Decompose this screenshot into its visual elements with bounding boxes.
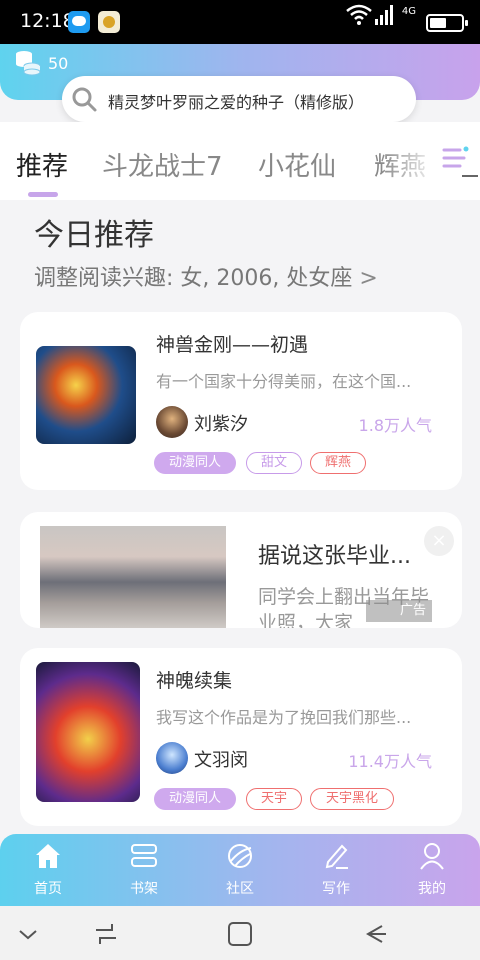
home-icon <box>36 844 60 868</box>
tag[interactable]: 天宇 <box>246 788 302 810</box>
chevron-down-icon[interactable] <box>14 920 42 948</box>
ad-image[interactable] <box>40 526 226 628</box>
book-card[interactable]: 神兽金刚——初遇 有一个国家十分得美丽，在这个国... 刘紫汐 1.8万人气 动… <box>20 312 462 490</box>
battery-icon <box>426 14 468 32</box>
avatar[interactable] <box>156 406 188 438</box>
message-app-icon <box>68 11 90 33</box>
author-name[interactable]: 刘紫汐 <box>194 410 248 436</box>
popularity-count: 1.8万人气 <box>358 416 432 435</box>
notification-app-icon <box>98 11 120 33</box>
close-icon[interactable]: × <box>424 526 454 556</box>
signal-icon <box>375 5 393 25</box>
reading-interest-link[interactable]: 调整阅读兴趣: 女, 2006, 处女座 > <box>34 260 378 292</box>
search-icon <box>72 87 97 112</box>
status-bar: 12:18 4G <box>0 0 480 44</box>
back-icon[interactable] <box>360 920 388 948</box>
tab-fade <box>380 122 440 198</box>
tab-indicator <box>28 192 58 197</box>
section-title: 今日推荐 <box>34 218 154 253</box>
ad-badge: 广告 <box>366 600 432 622</box>
wifi-icon <box>346 4 372 25</box>
search-placeholder: 精灵梦叶罗丽之爱的种子（精修版） <box>108 93 365 112</box>
avatar[interactable] <box>156 742 188 774</box>
tab-doulong[interactable]: 斗龙战士7 <box>102 146 223 183</box>
search-bar[interactable]: 精灵梦叶罗丽之爱的种子（精修版） <box>62 76 416 122</box>
nav-label: 书架 <box>130 881 158 897</box>
tag[interactable]: 动漫同人 <box>154 788 236 810</box>
menu-icon[interactable] <box>440 144 480 178</box>
book-title[interactable]: 神魄续集 <box>156 666 232 693</box>
nav-bookshelf[interactable]: 书架 <box>104 834 184 906</box>
network-type: 4G <box>401 6 416 17</box>
nav-label: 社区 <box>226 881 254 897</box>
nav-label: 写作 <box>322 881 350 897</box>
nav-home[interactable]: 首页 <box>8 834 88 906</box>
community-icon <box>228 844 252 868</box>
bookshelf-icon <box>131 844 157 867</box>
home-button-icon[interactable] <box>226 920 254 948</box>
nav-label: 首页 <box>34 881 62 897</box>
status-time: 12:18 <box>20 10 75 32</box>
chevron-right-icon: > <box>359 266 378 291</box>
ad-card[interactable]: 据说这张毕业... 同学会上翻出当年毕业照，大家 × 广告 <box>20 512 462 628</box>
bottom-nav: 首页 书架 社区 写作 我的 <box>0 834 480 906</box>
reading-interest-text: 调整阅读兴趣: 女, 2006, 处女座 <box>34 266 353 291</box>
popularity-count: 11.4万人气 <box>348 752 432 771</box>
nav-community[interactable]: 社区 <box>200 834 280 906</box>
author-name[interactable]: 文羽闵 <box>194 746 248 772</box>
tab-xiaohuaxian[interactable]: 小花仙 <box>258 146 336 183</box>
tab-recommend[interactable]: 推荐 <box>16 146 68 183</box>
nav-label: 我的 <box>418 881 446 897</box>
recent-apps-icon[interactable] <box>92 920 120 948</box>
nav-write[interactable]: 写作 <box>296 834 376 906</box>
book-description: 我写这个作品是为了挽回我们那些... <box>156 708 412 727</box>
tag[interactable]: 天宇黑化 <box>310 788 394 810</box>
coins-icon[interactable] <box>14 48 42 76</box>
book-cover[interactable] <box>36 662 140 802</box>
tag[interactable]: 动漫同人 <box>154 452 236 474</box>
tag[interactable]: 甜文 <box>246 452 302 474</box>
nav-profile[interactable]: 我的 <box>392 834 472 906</box>
book-cover[interactable] <box>36 346 136 444</box>
write-icon <box>325 844 348 869</box>
book-description: 有一个国家十分得美丽，在这个国... <box>156 372 412 391</box>
system-nav-bar <box>0 906 480 960</box>
book-title[interactable]: 神兽金刚——初遇 <box>156 330 308 357</box>
tag[interactable]: 辉燕 <box>310 452 366 474</box>
ad-title[interactable]: 据说这张毕业... <box>258 538 411 570</box>
coin-count[interactable]: 50 <box>48 54 68 73</box>
book-card[interactable]: 神魄续集 我写这个作品是为了挽回我们那些... 文羽闵 11.4万人气 动漫同人… <box>20 648 462 826</box>
profile-icon <box>420 843 444 870</box>
